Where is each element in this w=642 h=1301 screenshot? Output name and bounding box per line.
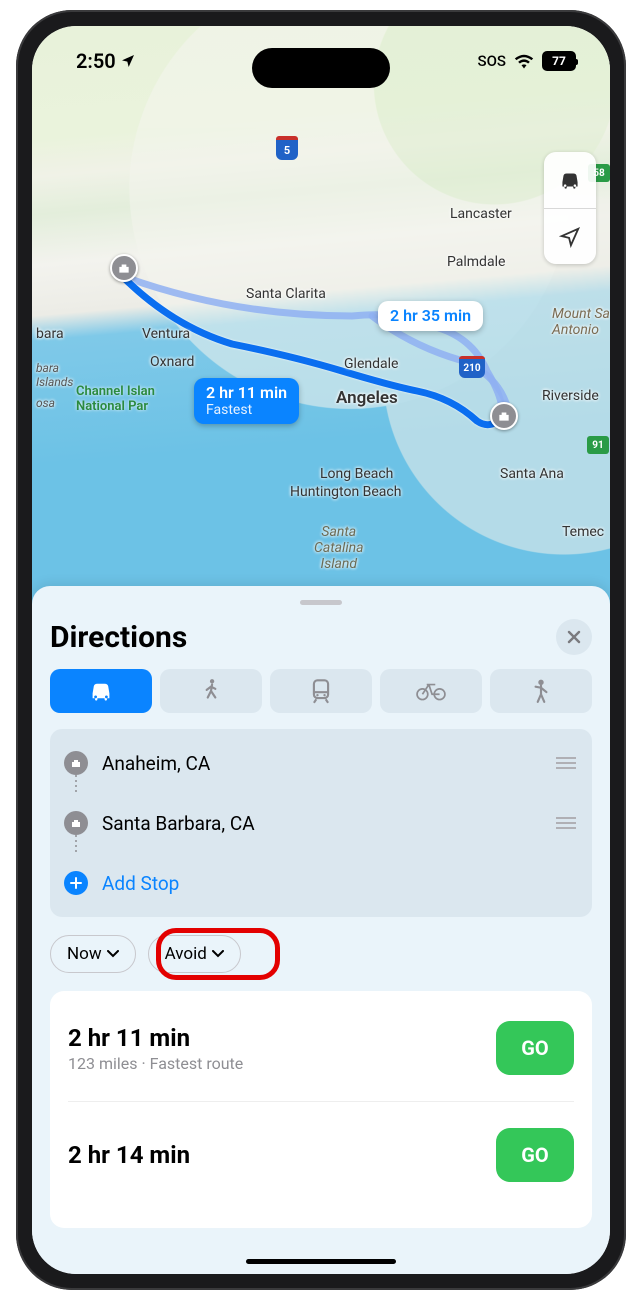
route-time: 2 hr 14 min (68, 1141, 190, 1169)
city-glendale: Glendale (344, 356, 398, 372)
route-option-2[interactable]: 2 hr 14 min GO (68, 1101, 574, 1208)
city-santa-clarita: Santa Clarita (246, 286, 326, 302)
city-long-beach: Long Beach (320, 466, 393, 482)
park-channel-islands: Channel Islan National Par (76, 384, 155, 414)
depart-time-button[interactable]: Now (50, 935, 136, 973)
reorder-handle-icon[interactable] (554, 816, 578, 830)
sheet-grabber[interactable] (300, 600, 342, 605)
route-time: 2 hr 11 min (68, 1024, 243, 1052)
home-indicator[interactable] (246, 1259, 396, 1264)
map-controls (544, 152, 596, 264)
stop-connector-dots (75, 835, 77, 852)
city-santa-ana: Santa Ana (500, 466, 564, 482)
screen: 2:50 SOS 77 (32, 26, 610, 1274)
route-detail: 123 miles · Fastest route (68, 1054, 243, 1073)
city-santa-barbara: bara (36, 326, 64, 342)
stop-destination[interactable]: Santa Barbara, CA (64, 793, 578, 853)
go-button[interactable]: GO (496, 1128, 574, 1182)
routes-list: 2 hr 11 min 123 miles · Fastest route GO… (50, 991, 592, 1228)
route-callout-alt[interactable]: 2 hr 35 min (378, 301, 483, 331)
wifi-icon (514, 53, 534, 69)
chevron-down-icon (107, 950, 119, 958)
mode-transit[interactable] (270, 669, 372, 713)
mode-cycle[interactable] (380, 669, 482, 713)
locate-me-button[interactable] (544, 208, 596, 264)
mode-drive[interactable] (50, 669, 152, 713)
route-callout-primary[interactable]: 2 hr 11 min Fastest (194, 378, 299, 424)
map-pin-origin[interactable] (110, 254, 138, 282)
map-pin-destination[interactable] (490, 402, 518, 430)
avoid-button[interactable]: Avoid (148, 935, 241, 973)
city-los-angeles: Angeles (336, 388, 398, 408)
hwy-shield-91: 91 (587, 436, 609, 454)
mode-rideshare[interactable] (490, 669, 592, 713)
label-islands-cutoff: bara Islands (36, 361, 73, 389)
reorder-handle-icon[interactable] (554, 756, 578, 770)
transport-modes (50, 669, 592, 713)
city-lancaster: Lancaster (450, 206, 512, 222)
city-oxnard: Oxnard (150, 354, 194, 370)
stop-origin[interactable]: Anaheim, CA (64, 733, 578, 793)
mode-walk[interactable] (160, 669, 262, 713)
map-view[interactable]: 2 hr 35 min 2 hr 11 min Fastest 5 210 91… (32, 26, 610, 606)
phone-frame: 2:50 SOS 77 (16, 10, 626, 1290)
hwy-shield-5: 5 (276, 136, 298, 160)
city-palmdale: Palmdale (447, 254, 505, 270)
plus-icon (64, 871, 88, 895)
route-lines (32, 26, 610, 606)
battery-indicator: 77 (542, 51, 576, 71)
close-button[interactable] (556, 619, 592, 655)
stop-connector-dots (75, 775, 77, 792)
hwy-shield-210: 210 (459, 356, 485, 378)
city-huntington-beach: Huntington Beach (290, 484, 401, 500)
city-riverside: Riverside (542, 388, 599, 404)
city-ventura: Ventura (142, 326, 190, 342)
sos-indicator: SOS (478, 52, 507, 70)
go-button[interactable]: GO (496, 1021, 574, 1075)
label-mt-san-antonio: Mount Sa Antonio (552, 306, 610, 338)
directions-sheet[interactable]: Directions (32, 586, 610, 1274)
location-arrow-icon (120, 53, 136, 69)
route-options-row: Now Avoid (50, 935, 592, 973)
city-temecula: Temec (562, 524, 604, 540)
chevron-down-icon (212, 950, 224, 958)
status-time: 2:50 (76, 49, 116, 73)
sheet-title: Directions (50, 620, 187, 655)
add-stop-button[interactable]: Add Stop (64, 853, 578, 913)
transport-mode-button[interactable] (544, 152, 596, 208)
label-catalina: Santa Catalina Island (314, 524, 364, 572)
dynamic-island (252, 48, 390, 88)
label-rosa: osa (36, 396, 55, 410)
building-icon (64, 811, 88, 835)
stops-card: Anaheim, CA Santa Barbara, CA (50, 729, 592, 917)
route-option-1[interactable]: 2 hr 11 min 123 miles · Fastest route GO (68, 1011, 574, 1101)
building-icon (64, 751, 88, 775)
